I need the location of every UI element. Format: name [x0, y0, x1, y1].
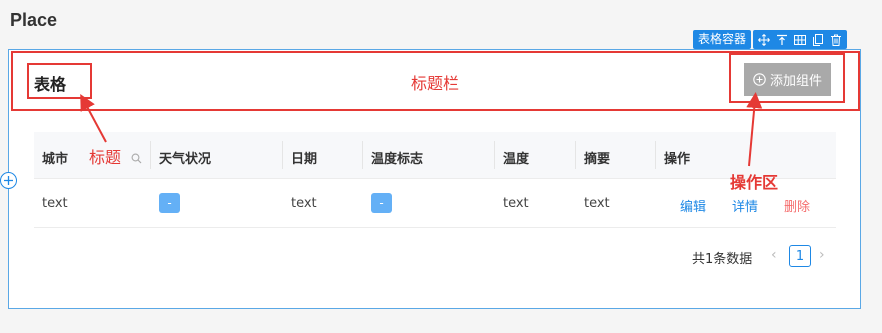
grid-icon[interactable] — [791, 30, 809, 49]
container-toolbar: 表格容器 — [693, 30, 848, 49]
align-top-icon[interactable] — [773, 30, 791, 49]
next-page-icon[interactable]: › — [819, 247, 825, 263]
cell-city: text — [42, 196, 68, 211]
column-separator — [575, 141, 576, 169]
delete-link[interactable]: 删除 — [784, 196, 810, 215]
container-type-label[interactable]: 表格容器 — [693, 30, 752, 49]
search-icon[interactable] — [131, 149, 142, 168]
column-separator — [655, 141, 656, 169]
column-header-city[interactable]: 城市 — [42, 148, 68, 167]
column-header-date[interactable]: 日期 — [291, 148, 317, 167]
titlebar-annotation: 标题栏 — [411, 74, 460, 93]
row-divider — [34, 178, 836, 179]
temp-flag-tag: - — [371, 193, 392, 213]
add-component-button[interactable]: 添加组件 — [744, 63, 831, 96]
cell-temp: text — [503, 196, 529, 211]
column-separator — [494, 141, 495, 169]
edit-link[interactable]: 编辑 — [680, 196, 706, 215]
table-title: 表格 — [34, 75, 67, 94]
page-number-current[interactable]: 1 — [789, 245, 811, 267]
action-area-annotation: 操作区 — [730, 173, 779, 192]
column-header-temp-flag[interactable]: 温度标志 — [371, 148, 423, 167]
column-header-actions: 操作 — [664, 152, 691, 167]
column-header-temp[interactable]: 温度 — [503, 148, 529, 167]
row-divider — [34, 227, 836, 228]
add-component-label: 添加组件 — [769, 74, 822, 89]
add-circle-icon — [753, 73, 766, 86]
column-header-weather[interactable]: 天气状况 — [159, 148, 211, 167]
plus-icon — [4, 176, 13, 185]
cell-date: text — [291, 196, 317, 211]
details-link[interactable]: 详情 — [732, 196, 758, 215]
table-header-row — [34, 132, 836, 178]
cell-summary: text — [584, 196, 610, 211]
column-separator — [150, 141, 151, 169]
toolbar-icon-group — [753, 30, 848, 49]
column-header-summary[interactable]: 摘要 — [584, 148, 610, 167]
move-icon[interactable] — [755, 30, 773, 49]
delete-icon[interactable] — [827, 30, 845, 49]
column-separator — [282, 141, 283, 169]
weather-tag: - — [159, 193, 180, 213]
prev-page-icon[interactable]: ‹ — [771, 247, 777, 263]
total-count: 共1条数据 — [692, 252, 753, 267]
title-annotation: 标题 — [89, 148, 122, 167]
column-separator — [362, 141, 363, 169]
place-title: Place — [10, 10, 58, 30]
add-component-circle[interactable] — [0, 172, 17, 189]
copy-icon[interactable] — [809, 30, 827, 49]
